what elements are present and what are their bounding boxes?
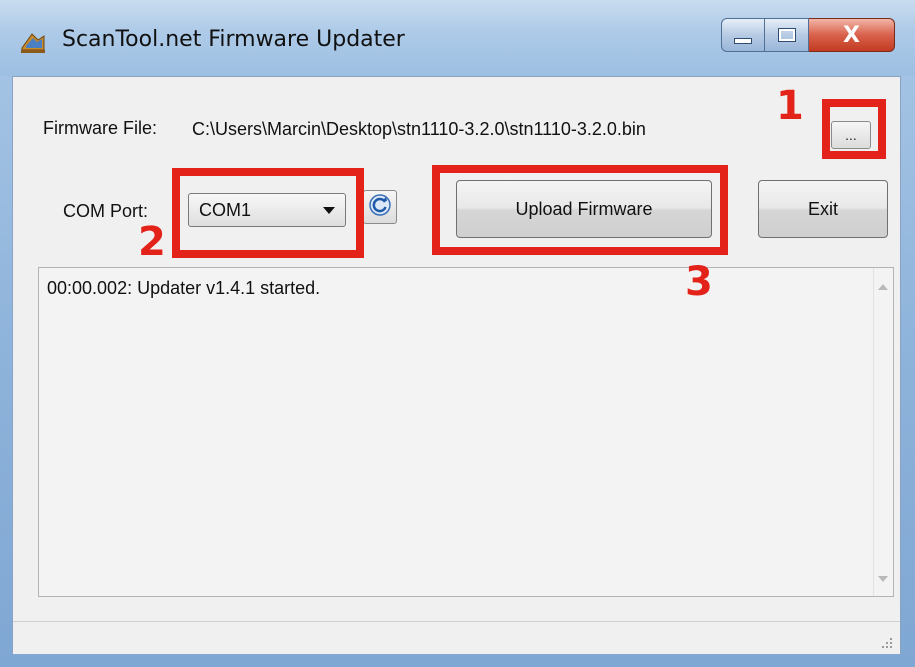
scroll-up-icon[interactable] [878, 284, 888, 290]
title-bar[interactable]: ScanTool.net Firmware Updater X [0, 0, 915, 76]
minimize-button[interactable] [721, 18, 765, 52]
highlight-box-step-3 [432, 165, 728, 255]
log-line: 00:00.002: Updater v1.4.1 started. [47, 278, 321, 298]
window-title: ScanTool.net Firmware Updater [62, 27, 405, 52]
highlight-box-step-2 [172, 168, 364, 258]
status-bar [13, 621, 900, 654]
com-port-label: COM Port: [63, 201, 149, 221]
dialog-client-area: Firmware File: C:\Users\Marcin\Desktop\s… [12, 76, 901, 654]
step-number-3: 3 [685, 259, 713, 305]
step-number-1: 1 [776, 83, 804, 129]
highlight-box-step-1 [822, 99, 886, 159]
close-icon: X [843, 22, 860, 48]
minimize-icon [734, 38, 752, 44]
log-scrollbar[interactable] [873, 268, 893, 596]
maximize-icon [777, 28, 796, 42]
refresh-ports-button[interactable] [363, 190, 397, 224]
refresh-icon [368, 193, 392, 222]
exit-button[interactable]: Exit [758, 180, 888, 238]
resize-grip-icon[interactable] [880, 636, 894, 650]
app-icon [18, 26, 48, 56]
firmware-file-path-field[interactable]: C:\Users\Marcin\Desktop\stn1110-3.2.0\st… [188, 109, 818, 149]
maximize-button[interactable] [765, 18, 809, 52]
step-number-2: 2 [138, 219, 166, 265]
scroll-down-icon[interactable] [878, 576, 888, 582]
close-button[interactable]: X [809, 18, 895, 52]
log-output[interactable]: 00:00.002: Updater v1.4.1 started. [38, 267, 894, 597]
firmware-file-label: Firmware File: [43, 118, 158, 138]
